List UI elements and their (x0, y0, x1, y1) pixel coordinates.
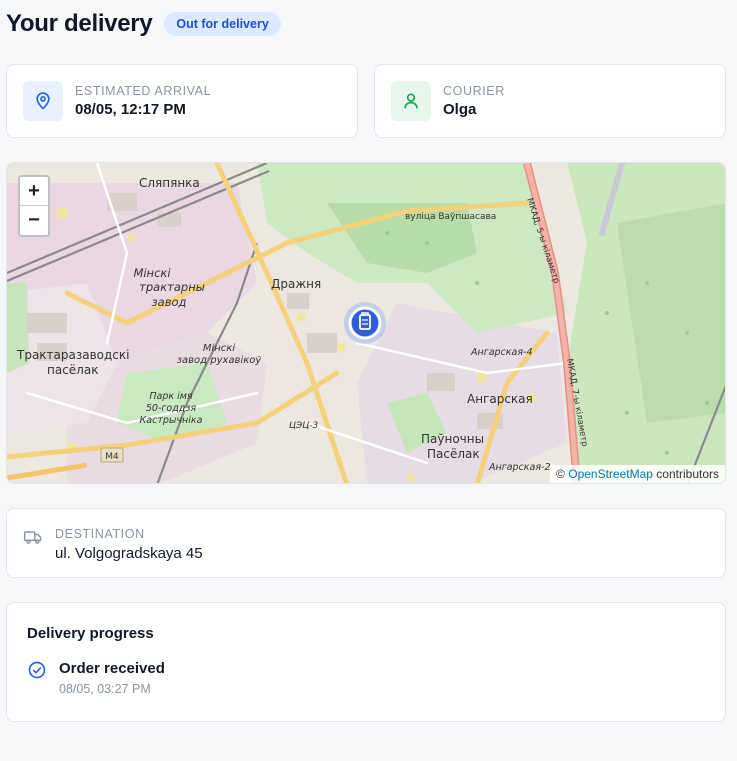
arrival-value: 08/05, 12:17 PM (75, 101, 186, 118)
zoom-control: + − (18, 175, 50, 237)
step-label: Order received (59, 660, 165, 677)
map-label: Ангарская (467, 392, 533, 406)
header: Your delivery Out for delivery (6, 10, 281, 38)
user-icon (391, 81, 431, 121)
zoom-out-button[interactable]: − (20, 206, 48, 235)
map-label: Ангарская-4 (470, 347, 533, 358)
destination-address: ul. Volgogradskaya 45 (55, 545, 203, 562)
map-label: Дражня (271, 277, 321, 291)
delivery-map[interactable]: Сляпянка вуліца Ваўпшасава МКАД, 5-ы кіл… (6, 162, 726, 484)
map-label: завод (152, 295, 187, 309)
map-label: Кастрычніка (140, 415, 203, 426)
delivery-marker-icon[interactable] (344, 302, 386, 344)
courier-card: COURIER Olga (374, 64, 726, 138)
map-label: пасёлак (47, 363, 98, 377)
arrival-label: ESTIMATED ARRIVAL (75, 84, 212, 98)
map-label: Паўночны (421, 432, 484, 446)
map-label: Ангарская-2 (488, 462, 551, 473)
attribution-prefix: © (556, 467, 565, 481)
map-label: вуліца Ваўпшасава (405, 212, 496, 222)
arrival-card: ESTIMATED ARRIVAL 08/05, 12:17 PM (6, 64, 358, 138)
attribution-suffix: contributors (656, 467, 719, 481)
delivery-progress-card: Delivery progress Order received 08/05, … (6, 602, 726, 722)
zoom-in-button[interactable]: + (20, 177, 48, 206)
truck-icon (23, 527, 43, 577)
map-pin-icon (23, 81, 63, 121)
map-attribution: © OpenStreetMap contributors (550, 465, 725, 483)
map-label: 50-годдзя (146, 403, 197, 414)
map-label: Сляпянка (139, 176, 200, 190)
map-label: Парк імя (149, 391, 193, 402)
check-circle-icon (27, 660, 47, 696)
progress-title: Delivery progress (27, 625, 154, 642)
step-time: 08/05, 03:27 PM (59, 682, 151, 696)
courier-name: Olga (443, 101, 477, 118)
m4-route-label: M4 (105, 452, 119, 462)
destination-label: DESTINATION (55, 527, 145, 541)
map-label: Мінскі (133, 266, 171, 280)
destination-card: DESTINATION ul. Volgogradskaya 45 (6, 508, 726, 578)
map-label: Пасёлак (427, 447, 480, 461)
map-label: ЦЭЦ-3 (289, 421, 319, 431)
map-label: Трактаразаводскі (16, 348, 130, 362)
map-tiles[interactable]: Сляпянка вуліца Ваўпшасава МКАД, 5-ы кіл… (7, 163, 726, 484)
status-badge: Out for delivery (164, 12, 281, 36)
osm-link[interactable]: OpenStreetMap (568, 467, 653, 481)
map-label: Мінскі (203, 342, 235, 354)
progress-step: Order received 08/05, 03:27 PM (27, 660, 725, 696)
map-label: трактарны (139, 280, 205, 294)
page-title: Your delivery (6, 10, 153, 37)
map-label: завод рухавікоў (177, 354, 263, 366)
courier-label: COURIER (443, 84, 505, 98)
